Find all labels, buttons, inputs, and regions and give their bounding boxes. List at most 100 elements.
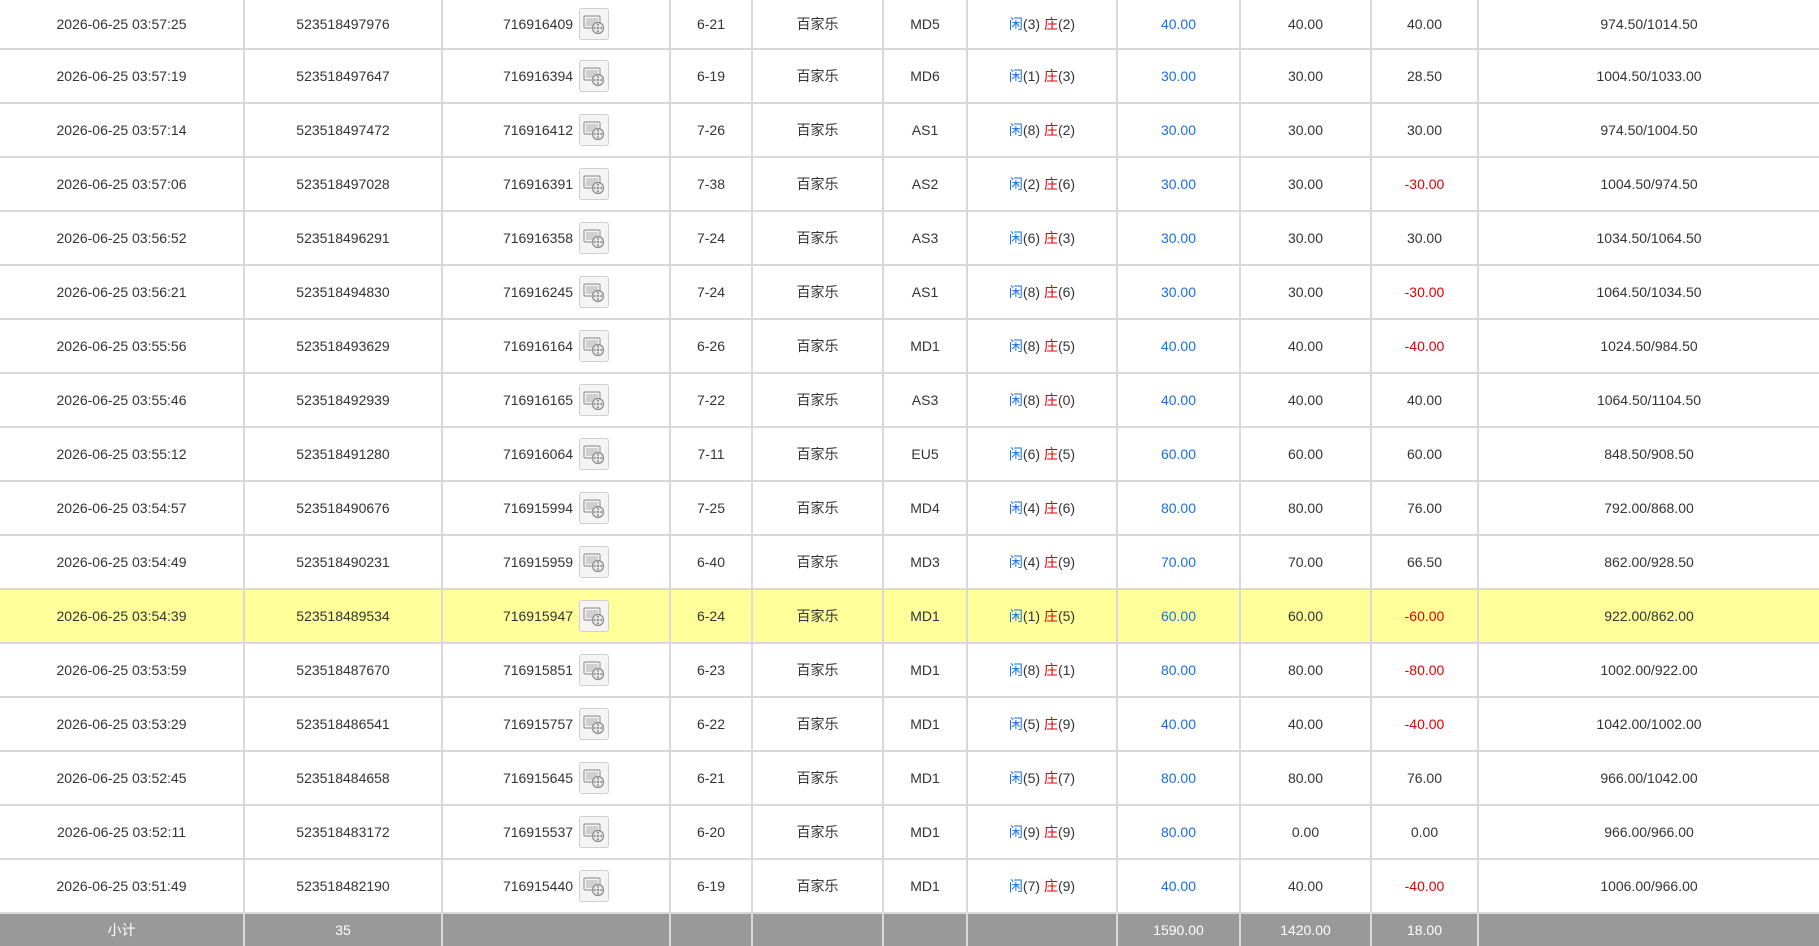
bet-amount: 60.00: [1117, 589, 1241, 644]
video-replay-icon[interactable]: [579, 870, 610, 902]
balance-change: 974.50/1004.50: [1478, 103, 1819, 158]
table-row[interactable]: 2026-06-25 03:55:12 523518491280 716916064…: [0, 427, 1819, 482]
bet-id: 523518490676: [244, 481, 443, 536]
video-replay-icon[interactable]: [579, 492, 610, 524]
banker-score: (3): [1057, 230, 1076, 246]
shoe-number: 6-26: [670, 319, 753, 374]
bet-amount: 30.00: [1117, 157, 1241, 212]
video-replay-icon[interactable]: [579, 438, 610, 470]
result-cell: 闲(8) 庄(0): [967, 373, 1118, 428]
table-row[interactable]: 2026-06-25 03:57:25 523518497976 716916409…: [0, 0, 1819, 50]
bet-id: 523518484658: [244, 751, 443, 806]
bet-time: 2026-06-25 03:57:06: [0, 157, 245, 212]
bet-time: 2026-06-25 03:53:29: [0, 697, 245, 752]
video-replay-icon[interactable]: [579, 114, 610, 146]
table-row[interactable]: 2026-06-25 03:56:52 523518496291 716916358…: [0, 211, 1819, 266]
table-row[interactable]: 2026-06-25 03:57:19 523518497647 716916394…: [0, 49, 1819, 104]
bet-id: 523518497028: [244, 157, 443, 212]
win-loss: 0.00: [1371, 805, 1479, 860]
video-replay-icon[interactable]: [579, 276, 610, 308]
round-cell: 716915851: [442, 643, 671, 698]
player-score: (7): [1022, 878, 1041, 894]
player-score: (6): [1022, 230, 1041, 246]
table-row[interactable]: 2026-06-25 03:53:29 523518486541 716915757…: [0, 697, 1819, 752]
win-loss: -30.00: [1371, 157, 1479, 212]
player-label: 闲: [1008, 68, 1023, 84]
table-row[interactable]: 2026-06-25 03:55:46 523518492939 716916165…: [0, 373, 1819, 428]
video-replay-icon[interactable]: [579, 600, 610, 632]
table-row[interactable]: 2026-06-25 03:54:49 523518490231 716915959…: [0, 535, 1819, 590]
player-score: (1): [1022, 608, 1041, 624]
win-loss: 30.00: [1371, 211, 1479, 266]
table-code: AS3: [883, 211, 968, 266]
table-row[interactable]: 2026-06-25 03:52:11 523518483172 716915537…: [0, 805, 1819, 860]
banker-score: (9): [1057, 554, 1076, 570]
bet-amount: 30.00: [1117, 103, 1241, 158]
round-cell: 716915537: [442, 805, 671, 860]
player-score: (2): [1022, 176, 1041, 192]
table-row[interactable]: 2026-06-25 03:54:57 523518490676 716915994…: [0, 481, 1819, 536]
round-id: 716916391: [502, 176, 574, 192]
result-cell: 闲(1) 庄(5): [967, 589, 1118, 644]
bet-id: 523518487670: [244, 643, 443, 698]
balance-change: 792.00/868.00: [1478, 481, 1819, 536]
result-cell: 闲(5) 庄(9): [967, 697, 1118, 752]
table-row[interactable]: 2026-06-25 03:55:56 523518493629 716916164…: [0, 319, 1819, 374]
bet-time: 2026-06-25 03:55:12: [0, 427, 245, 482]
table-code: MD1: [883, 805, 968, 860]
win-loss: -60.00: [1371, 589, 1479, 644]
video-replay-icon[interactable]: [579, 816, 610, 848]
valid-bet: 30.00: [1240, 265, 1372, 320]
banker-label: 庄: [1043, 176, 1058, 192]
table-row[interactable]: 2026-06-25 03:57:14 523518497472 716916412…: [0, 103, 1819, 158]
balance-change: 1004.50/1033.00: [1478, 49, 1819, 104]
shoe-number: 6-23: [670, 643, 753, 698]
video-replay-icon[interactable]: [579, 222, 610, 254]
video-replay-icon[interactable]: [579, 384, 610, 416]
banker-label: 庄: [1043, 446, 1058, 462]
shoe-number: 6-22: [670, 697, 753, 752]
player-score: (8): [1022, 338, 1041, 354]
subtotal-empty-cell: [670, 913, 753, 946]
video-replay-icon[interactable]: [579, 546, 610, 578]
valid-bet: 30.00: [1240, 49, 1372, 104]
table-row[interactable]: 2026-06-25 03:52:45 523518484658 716915645…: [0, 751, 1819, 806]
video-replay-icon[interactable]: [579, 330, 610, 362]
player-label: 闲: [1008, 176, 1023, 192]
balance-change: 1002.00/922.00: [1478, 643, 1819, 698]
bet-amount: 30.00: [1117, 211, 1241, 266]
table-row[interactable]: 2026-06-25 03:51:49 523518482190 716915440…: [0, 859, 1819, 914]
banker-score: (9): [1057, 878, 1076, 894]
valid-bet: 0.00: [1240, 805, 1372, 860]
balance-change: 966.00/966.00: [1478, 805, 1819, 860]
shoe-number: 7-11: [670, 427, 753, 482]
video-replay-icon[interactable]: [579, 8, 610, 40]
video-replay-icon[interactable]: [579, 654, 610, 686]
subtotal-win-loss: 18.00: [1371, 913, 1479, 946]
bet-id: 523518497647: [244, 49, 443, 104]
subtotal-empty-cell: [442, 913, 671, 946]
table-code: MD1: [883, 319, 968, 374]
win-loss: 76.00: [1371, 481, 1479, 536]
round-id: 716916394: [502, 68, 574, 84]
bet-id: 523518494830: [244, 265, 443, 320]
game-name: 百家乐: [752, 265, 884, 320]
table-code: MD1: [883, 643, 968, 698]
video-replay-icon[interactable]: [579, 168, 610, 200]
bet-time: 2026-06-25 03:54:57: [0, 481, 245, 536]
player-score: (5): [1022, 716, 1041, 732]
round-cell: 716915994: [442, 481, 671, 536]
banker-score: (0): [1057, 392, 1076, 408]
table-row[interactable]: 2026-06-25 03:57:06 523518497028 716916391…: [0, 157, 1819, 212]
player-score: (8): [1022, 122, 1041, 138]
video-replay-icon[interactable]: [579, 60, 610, 92]
video-replay-icon[interactable]: [579, 762, 610, 794]
banker-label: 庄: [1043, 68, 1058, 84]
table-row[interactable]: 2026-06-25 03:53:59 523518487670 716915851…: [0, 643, 1819, 698]
banker-score: (7): [1057, 770, 1076, 786]
table-row[interactable]: 2026-06-25 03:54:39 523518489534 716915947…: [0, 589, 1819, 644]
banker-label: 庄: [1043, 230, 1058, 246]
table-row[interactable]: 2026-06-25 03:56:21 523518494830 716916245…: [0, 265, 1819, 320]
bet-records-body: 2026-06-25 03:57:25 523518497976 716916409…: [0, 0, 1819, 914]
video-replay-icon[interactable]: [579, 708, 610, 740]
